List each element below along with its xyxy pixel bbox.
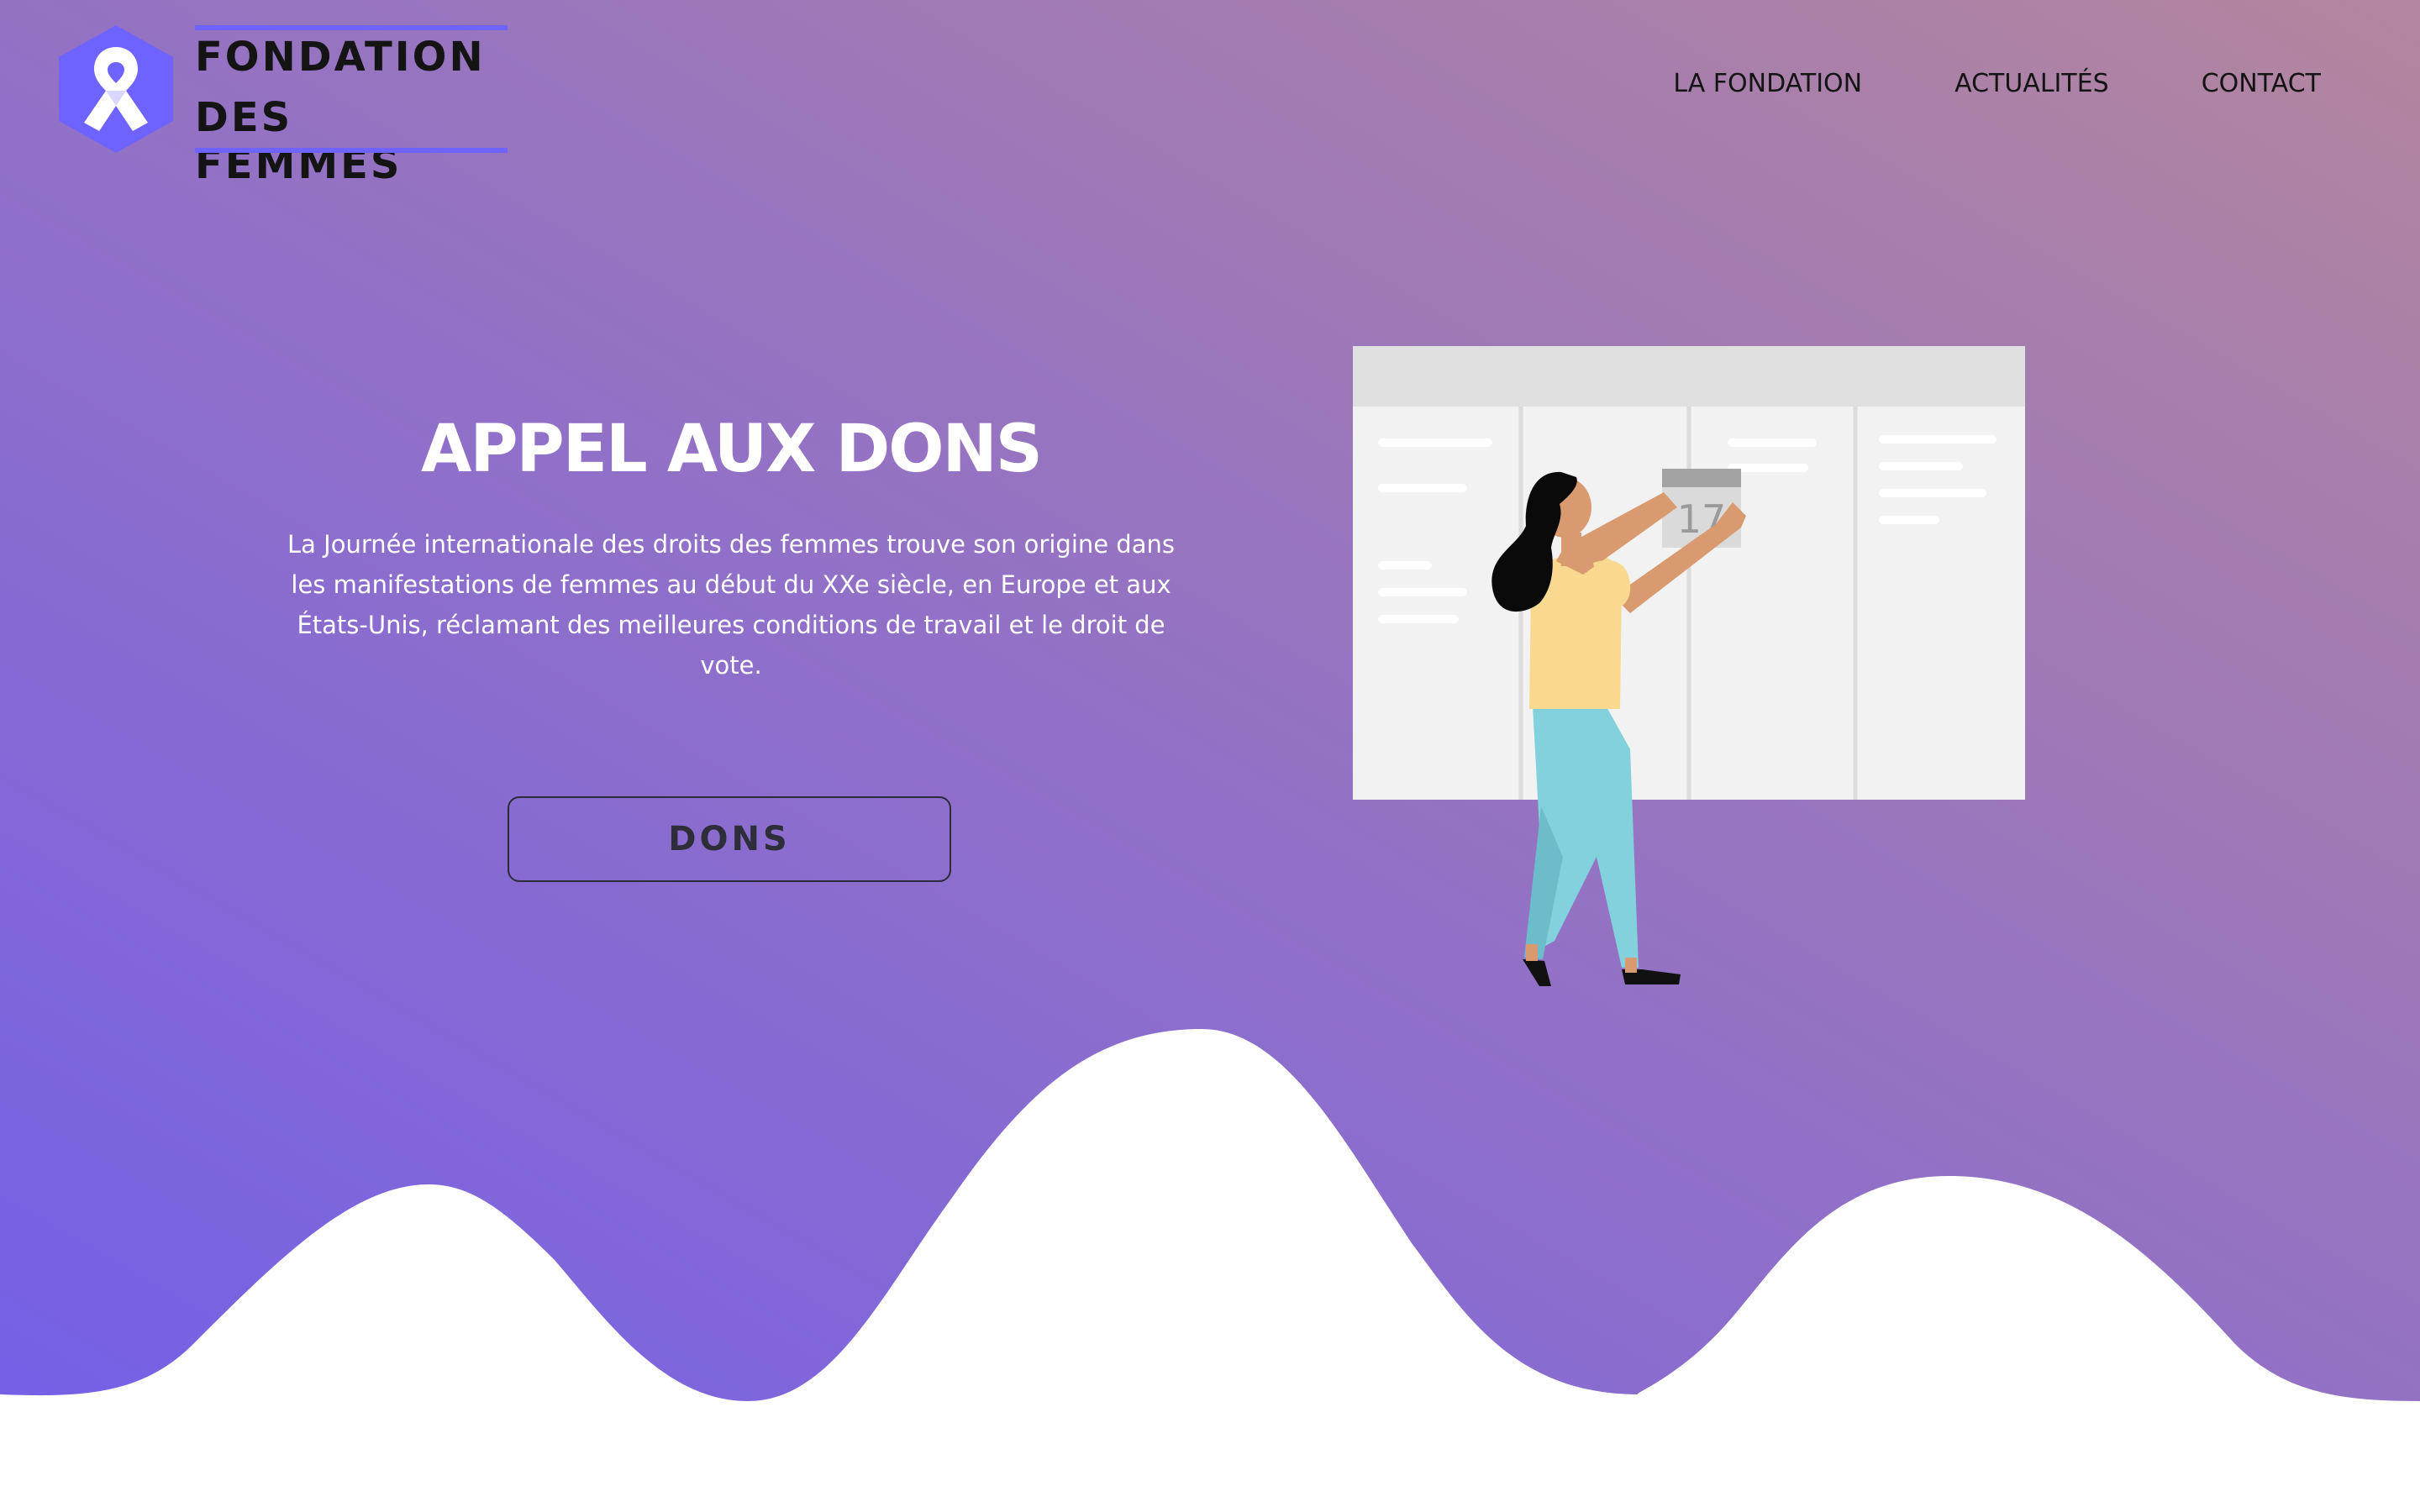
nav-item-contact[interactable]: CONTACT xyxy=(2202,69,2321,98)
landing-page: FONDATION DES FEMMES LA FONDATION ACTUAL… xyxy=(0,0,2420,1512)
hero-description: La Journée internationale des droits des… xyxy=(287,530,1175,680)
hero-background xyxy=(0,0,2420,1512)
hero-content: APPEL AUX DONS La Journée internationale… xyxy=(269,403,1193,685)
nav-item-actualites[interactable]: ACTUALITÉS xyxy=(1954,69,2109,98)
logo-top-bar xyxy=(195,25,508,30)
donate-button[interactable]: DONS xyxy=(508,796,951,882)
calendar-board xyxy=(1353,346,2025,800)
woman-pinning-calendar-illustration: 17 xyxy=(1353,346,2025,986)
main-nav: LA FONDATION ACTUALITÉS CONTACT xyxy=(1673,69,2321,98)
brand-name-line1: FONDATION xyxy=(195,34,486,81)
hero-title: APPEL AUX DONS xyxy=(421,412,1043,487)
brand-name-line2: DES FEMMES xyxy=(195,94,402,188)
brand-wordmark: FONDATION DES FEMMES xyxy=(195,25,508,188)
ribbon-icon xyxy=(59,25,173,153)
logo-bottom-bar xyxy=(195,148,508,153)
brand-logo-link[interactable]: FONDATION DES FEMMES xyxy=(59,25,508,188)
nav-item-la-fondation[interactable]: LA FONDATION xyxy=(1673,69,1862,98)
